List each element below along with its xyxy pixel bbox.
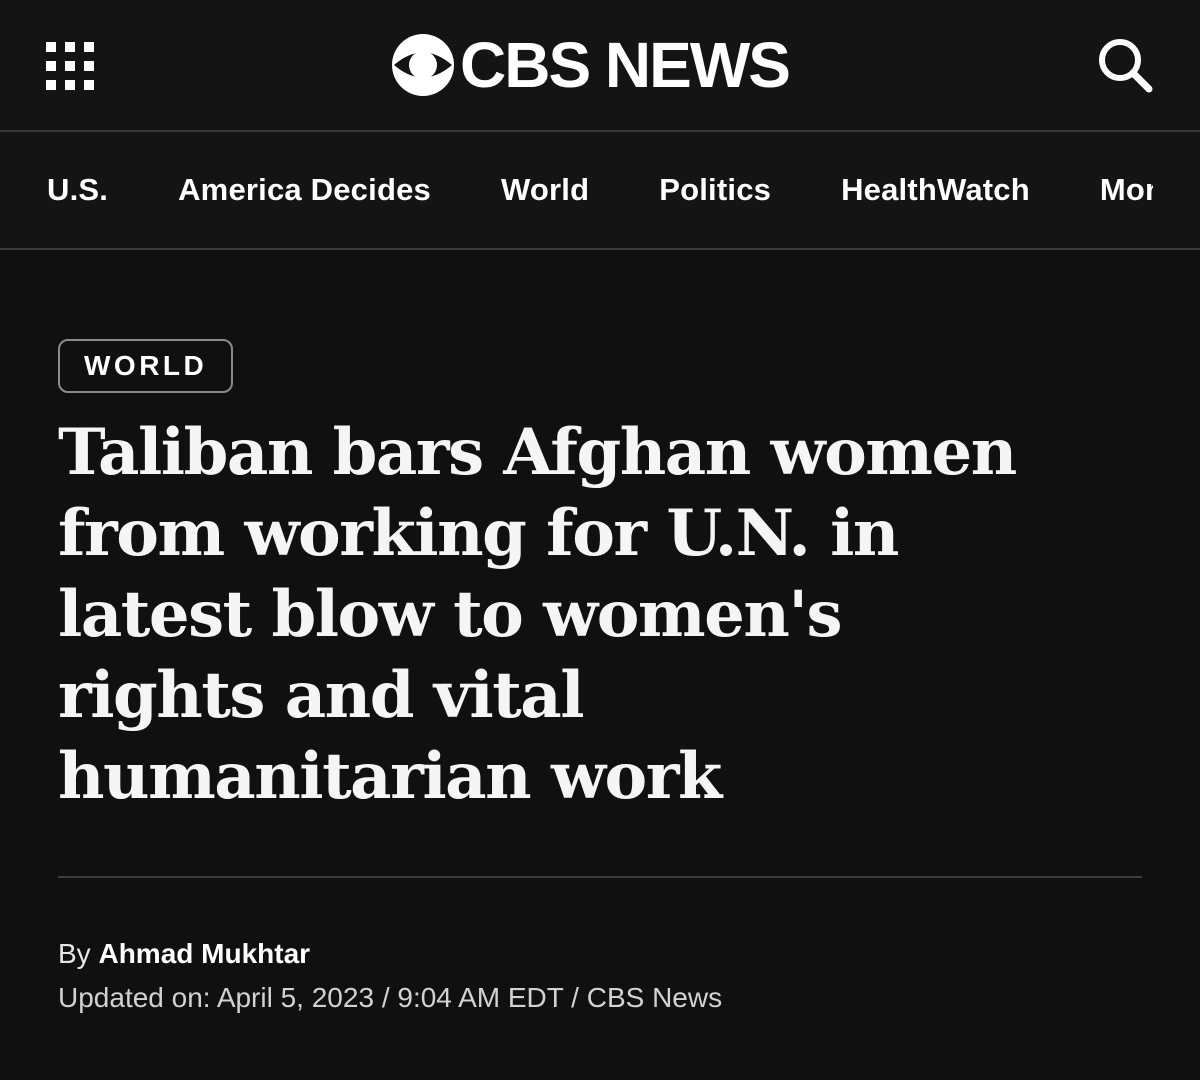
byline-prefix: By	[58, 938, 91, 969]
logo-wordmark: CBS NEWS	[460, 29, 791, 101]
nav-divider	[0, 248, 1200, 250]
article-source: CBS News	[586, 982, 723, 1013]
byline: By Ahmad Mukhtar	[58, 936, 310, 972]
article-headline: Taliban bars Afghan women from working f…	[58, 415, 1017, 814]
site-header: CBS NEWS	[0, 0, 1200, 130]
updated-separator-2: /	[571, 982, 579, 1013]
section-nav: U.S. America Decides World Politics Heal…	[0, 132, 1200, 248]
section-nav-list: U.S. America Decides World Politics Heal…	[47, 132, 1153, 248]
updated-date: April 5, 2023	[216, 982, 375, 1013]
grid-menu-icon[interactable]	[46, 42, 94, 90]
cbs-eye-icon	[390, 32, 456, 98]
nav-item-us[interactable]: U.S.	[47, 172, 108, 208]
nav-item-america-decides[interactable]: America Decides	[178, 172, 431, 208]
headline-divider	[58, 876, 1142, 878]
updated-timestamp: Updated on: April 5, 2023 / 9:04 AM EDT …	[58, 980, 722, 1016]
cbs-news-logo[interactable]: CBS NEWS	[390, 29, 791, 101]
updated-label: Updated on:	[58, 982, 211, 1013]
author-link[interactable]: Ahmad Mukhtar	[98, 938, 310, 969]
nav-item-world[interactable]: World	[501, 172, 589, 208]
category-badge[interactable]: WORLD	[58, 339, 234, 393]
updated-separator-1: /	[381, 982, 390, 1013]
nav-item-politics[interactable]: Politics	[659, 172, 771, 208]
nav-item-moneywatch[interactable]: MoneyWatch	[1100, 172, 1153, 208]
search-icon[interactable]	[1094, 34, 1156, 96]
nav-item-healthwatch[interactable]: HealthWatch	[841, 172, 1030, 208]
updated-time: 9:04 AM EDT	[397, 982, 564, 1013]
